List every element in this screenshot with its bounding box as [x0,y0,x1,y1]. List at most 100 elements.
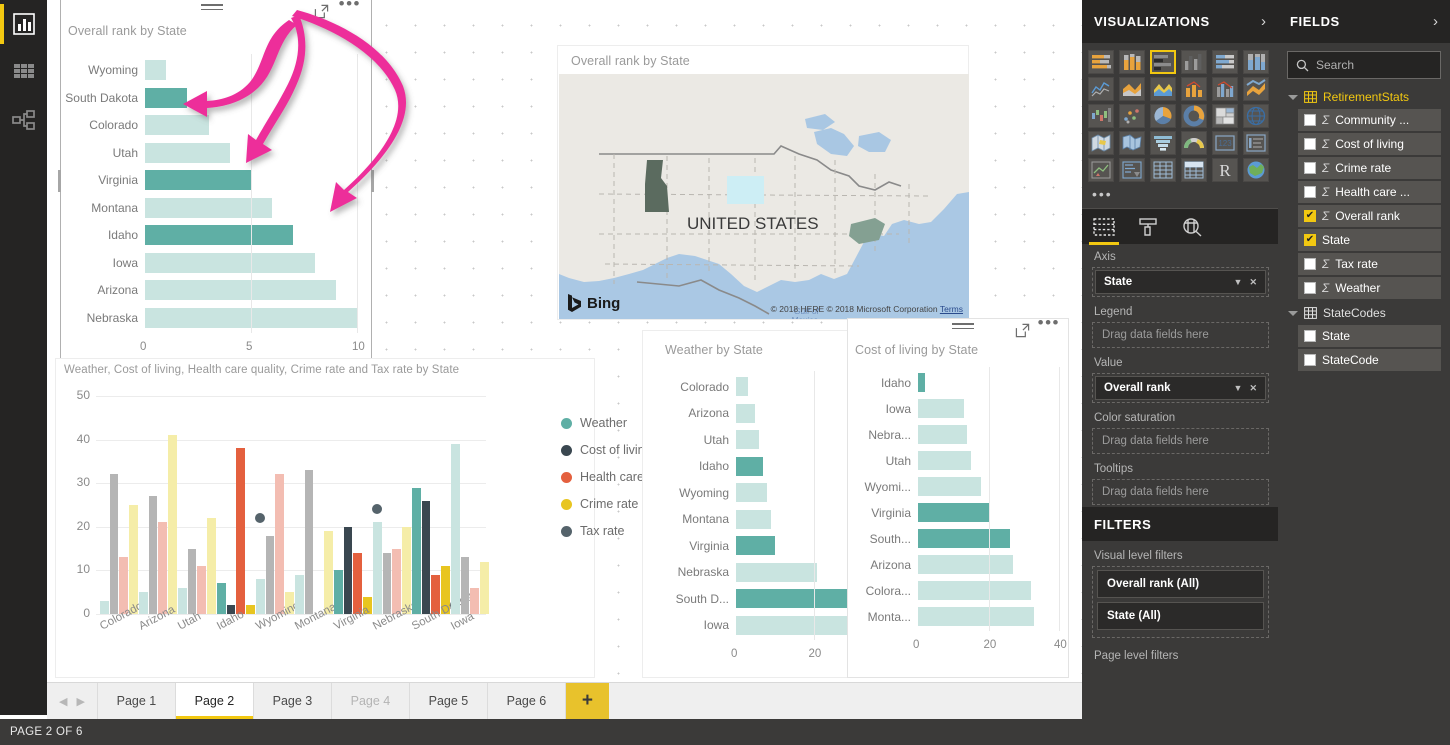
expand-triangle-icon[interactable] [1288,94,1298,100]
legend-item[interactable]: Weather [561,416,627,430]
viz-type-clustered-column-chart[interactable] [1181,50,1207,74]
bar-row[interactable]: Colorado [61,115,371,135]
visual-column-chart[interactable]: Weather, Cost of living, Health care qua… [55,358,684,678]
chevron-down-icon[interactable]: ▼ [1234,277,1243,287]
viz-type-multi-row-card[interactable] [1243,131,1269,155]
field-item-costofliving[interactable]: Σ Cost of living [1298,133,1441,155]
column-bar[interactable] [412,487,421,614]
well-field-chip[interactable]: State ▼ ✕ [1095,270,1266,294]
viz-type-scatter-chart[interactable] [1119,104,1145,128]
filters-hamburger-icon-cost[interactable] [952,323,974,333]
bar-row[interactable]: South... [848,529,1068,548]
chevron-down-icon[interactable]: ▼ [1234,383,1243,393]
bar-rect[interactable] [145,280,336,300]
field-checkbox[interactable] [1304,210,1316,222]
field-checkbox[interactable] [1304,114,1316,126]
more-options-icon-cost[interactable]: ••• [1038,314,1060,331]
fields-table-RetirementStats[interactable]: RetirementStats [1278,85,1450,109]
column-bar[interactable] [421,500,431,614]
column-bar[interactable] [109,474,119,614]
remove-field-icon[interactable]: ✕ [1249,383,1257,394]
bar-row[interactable]: Arizona [61,280,371,300]
well-drop-zone[interactable]: Drag data fields here [1092,322,1269,348]
field-checkbox[interactable] [1304,282,1316,294]
bing-map-canvas[interactable]: UNITED STATES Gulf of Mexico Bing © 2018… [559,74,969,319]
column-bar[interactable] [460,557,470,614]
bar-row[interactable]: Utah [61,142,371,163]
viz-type-filled-map[interactable] [1088,131,1114,155]
field-checkbox[interactable] [1304,138,1316,150]
viz-type-map[interactable] [1243,104,1269,128]
page-tab[interactable]: Page 1 [96,683,175,719]
legend-item[interactable]: Tax rate [561,524,624,538]
bar-rect[interactable] [918,607,1035,626]
well-drop-zone[interactable]: State ▼ ✕ [1092,267,1269,297]
field-item-healthcare[interactable]: Σ Health care ... [1298,181,1441,203]
column-bar[interactable] [265,535,275,614]
column-bar[interactable] [236,448,245,614]
bar-row[interactable]: Utah [848,451,1068,470]
column-bar[interactable] [470,587,479,614]
legend-item[interactable]: Cost of living [561,443,652,457]
bar-rect[interactable] [145,170,251,190]
page-tab[interactable]: Page 6 [486,683,565,719]
bar-row[interactable]: Wyoming [61,60,371,80]
column-bar[interactable] [256,579,265,614]
column-bar[interactable] [217,583,226,614]
fields-table-StateCodes[interactable]: StateCodes [1278,301,1450,325]
viz-type-r-script-visual[interactable]: R [1212,158,1238,182]
column-bar[interactable] [197,566,206,614]
legend-item[interactable]: Crime rate [561,497,638,511]
viz-type-matrix[interactable] [1181,158,1207,182]
bar-row[interactable]: Idaho [848,373,1068,392]
field-checkbox[interactable] [1304,258,1316,270]
well-drop-zone[interactable]: Drag data fields here [1092,479,1269,505]
left-nav-data-view[interactable] [0,48,47,96]
focus-mode-icon-cost[interactable] [1015,323,1030,338]
bar-row[interactable]: Wyomi... [848,477,1068,496]
bar-row[interactable]: Virginia [848,503,1068,522]
bar-rect[interactable] [736,509,771,529]
bar-row[interactable]: Iowa [61,252,371,273]
well-drop-zone[interactable]: Drag data fields here [1092,428,1269,454]
bar-rect[interactable] [918,425,968,444]
column-bar[interactable] [139,592,148,614]
viz-type-ribbon-chart[interactable] [1243,77,1269,101]
chevron-right-icon-fields[interactable]: › [1433,13,1438,30]
expand-triangle-icon[interactable] [1288,310,1298,316]
column-bar[interactable] [246,605,255,614]
bar-row[interactable]: South Dakota [61,87,371,108]
viz-type-100-stacked-bar-chart[interactable] [1212,50,1238,74]
bar-rect[interactable] [736,456,764,476]
bar-row[interactable]: Nebra... [848,425,1068,444]
viz-type-area-chart[interactable] [1119,77,1145,101]
bar-row[interactable]: Monta... [848,607,1068,626]
column-bar[interactable] [392,548,401,614]
bar-rect[interactable] [736,403,756,423]
page-tab[interactable]: Page 5 [408,683,487,719]
field-item-taxrate[interactable]: Σ Tax rate [1298,253,1441,275]
field-item-statecode[interactable]: StateCode [1298,349,1441,371]
viz-type-line-clustered-column-chart[interactable] [1212,77,1238,101]
page-prev-icon[interactable]: ◀ [59,695,67,708]
column-bar[interactable] [353,552,362,614]
viz-type-stacked-column-chart[interactable] [1119,50,1145,74]
viz-type-kpi[interactable] [1088,158,1114,182]
page-tab[interactable]: Page 3 [252,683,331,719]
visual-map[interactable]: Overall rank by State UNITED STATES Gulf… [557,45,969,320]
column-bar[interactable] [100,600,109,614]
field-checkbox[interactable] [1304,162,1316,174]
viz-type-clustered-bar-chart[interactable] [1150,50,1176,74]
viz-type-pie-chart[interactable] [1150,104,1176,128]
bar-row[interactable]: Nebraska [61,307,371,328]
column-bar[interactable] [178,587,187,614]
column-bar[interactable] [187,548,197,614]
well-drop-zone[interactable]: Overall rank ▼ ✕ [1092,373,1269,403]
field-item-state[interactable]: State [1298,229,1441,251]
column-bar[interactable] [158,522,167,614]
viz-type-line-stacked-column-chart[interactable] [1181,77,1207,101]
column-bar[interactable] [207,518,216,614]
visual-cost-of-living-bar[interactable]: ••• Cost of living by State Idaho Iowa N… [847,314,1069,678]
bar-rect[interactable] [918,529,1010,548]
bar-rect[interactable] [918,581,1031,600]
